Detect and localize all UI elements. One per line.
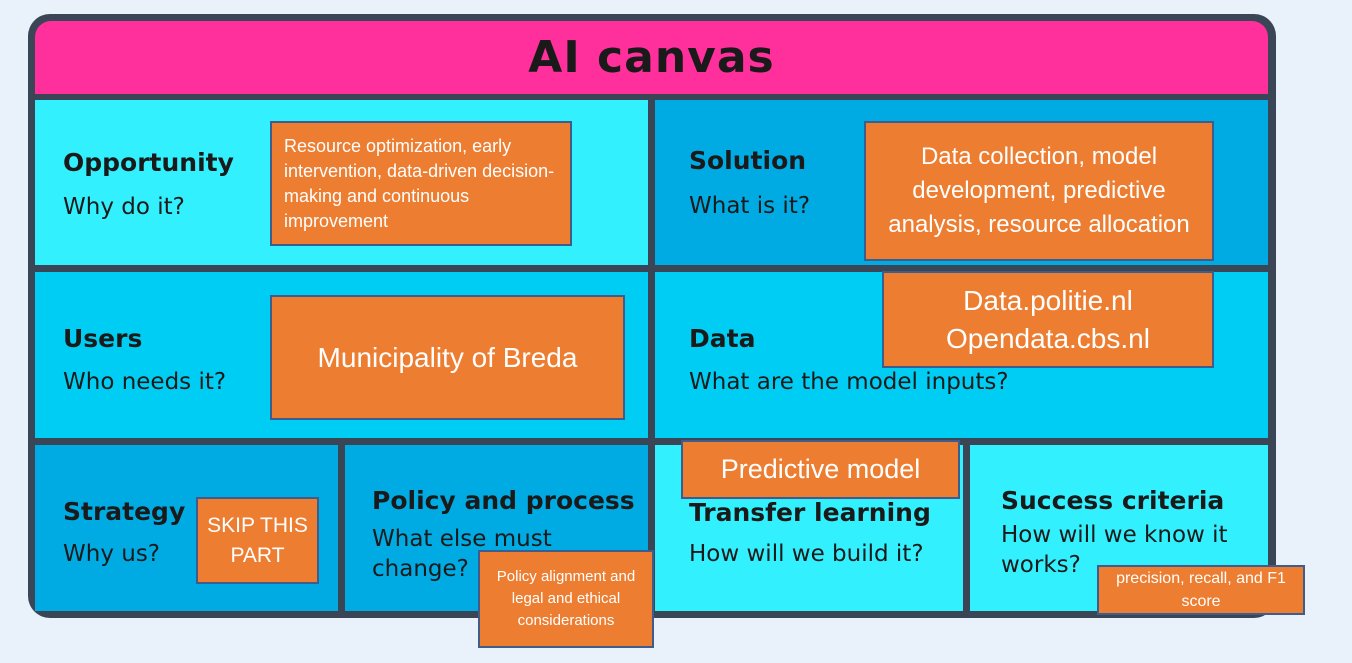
- opportunity-heading: Opportunity: [63, 148, 234, 177]
- title-bar: AI canvas: [35, 21, 1268, 94]
- transfer-learning-note: Predictive model: [681, 440, 960, 499]
- data-note-line1: Data.politie.nl: [963, 284, 1133, 316]
- transfer-learning-question: How will we build it?: [689, 541, 924, 567]
- data-note-line2: Opendata.cbs.nl: [946, 322, 1150, 354]
- policy-heading: Policy and process: [372, 486, 635, 515]
- policy-note-text: Policy alignment and legal and ethical c…: [496, 568, 636, 629]
- users-question: Who needs it?: [63, 369, 227, 395]
- users-heading: Users: [63, 324, 143, 353]
- success-criteria-note-text: precision, recall, and F1 score: [1116, 570, 1286, 610]
- strategy-note-text: SKIP THIS PART: [207, 513, 308, 567]
- users-note-text: Municipality of Breda: [317, 341, 578, 373]
- solution-heading: Solution: [689, 146, 807, 175]
- transfer-learning-heading: Transfer learning: [689, 498, 931, 527]
- canvas-title: AI canvas: [528, 32, 775, 83]
- solution-note-text: Data collection, model development, pred…: [888, 143, 1190, 238]
- transfer-learning-note-text: Predictive model: [720, 454, 921, 484]
- data-heading: Data: [689, 324, 756, 353]
- data-question: What are the model inputs?: [689, 369, 1009, 395]
- data-note: Data.politie.nl Opendata.cbs.nl: [882, 271, 1214, 368]
- opportunity-note: Resource optimization, early interventio…: [270, 121, 572, 246]
- strategy-heading: Strategy: [63, 497, 186, 526]
- solution-question: What is it?: [689, 193, 811, 219]
- opportunity-question: Why do it?: [63, 194, 185, 220]
- strategy-note: SKIP THIS PART: [196, 497, 319, 584]
- users-note: Municipality of Breda: [270, 295, 625, 420]
- success-criteria-note: precision, recall, and F1 score: [1097, 565, 1305, 615]
- policy-note: Policy alignment and legal and ethical c…: [478, 550, 654, 648]
- opportunity-note-text: Resource optimization, early interventio…: [284, 136, 555, 231]
- solution-note: Data collection, model development, pred…: [864, 121, 1214, 261]
- success-criteria-heading: Success criteria: [1001, 486, 1225, 515]
- strategy-question: Why us?: [63, 541, 161, 567]
